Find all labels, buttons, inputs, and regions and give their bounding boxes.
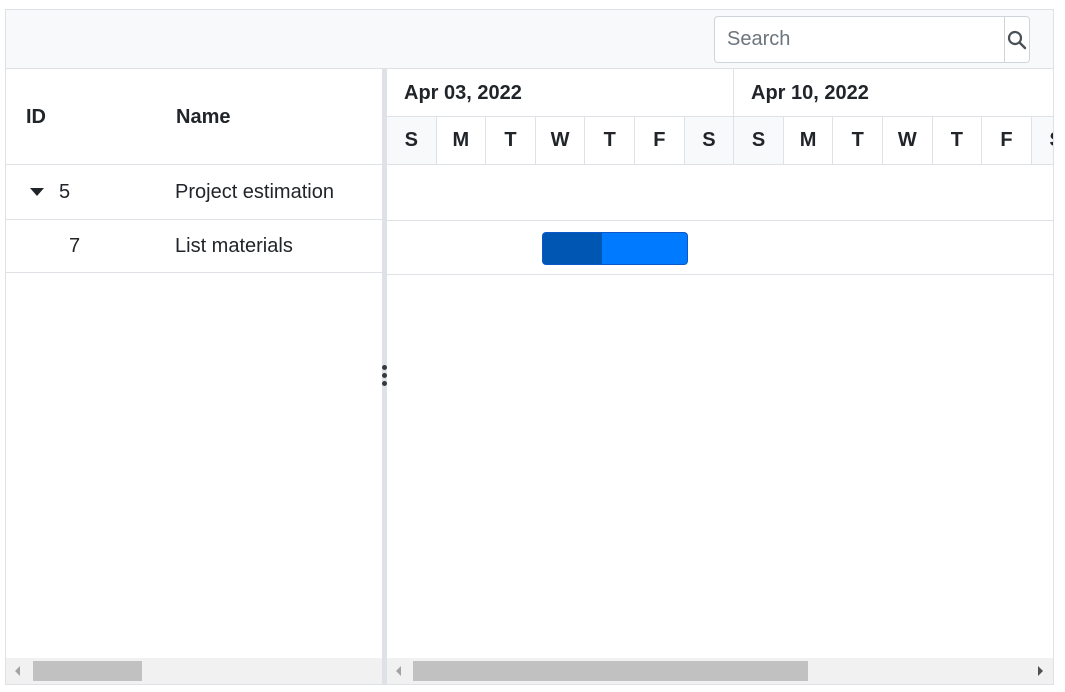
timeline-day: S: [1031, 117, 1053, 164]
week-label: Apr 10, 2022: [751, 82, 869, 104]
search-box: [714, 16, 1030, 63]
scroll-left-icon[interactable]: [15, 666, 20, 676]
grid-header: ID Name: [6, 69, 382, 165]
timeline-day: S: [684, 117, 735, 164]
chart-row: [387, 165, 1053, 221]
chart-pane: Apr 03, 2022 Apr 10, 2022 SMTWTFSSMTWTFS: [387, 69, 1053, 684]
chart-row: [387, 221, 1053, 275]
task-progress: [543, 233, 603, 264]
timeline-day: T: [585, 117, 635, 164]
timeline-day: T: [486, 117, 536, 164]
timeline-day: W: [536, 117, 586, 164]
timeline-day: W: [883, 117, 933, 164]
timeline-day: S: [734, 117, 784, 164]
toolbar: [6, 10, 1053, 69]
timeline-day: M: [437, 117, 487, 164]
cell-id: 5: [59, 181, 71, 203]
cell-name: Project estimation: [175, 181, 334, 203]
timeline-days: SMTWTFSSMTWTFS: [387, 117, 1053, 165]
timeline-day: M: [784, 117, 834, 164]
column-header-name[interactable]: Name: [176, 106, 230, 129]
timeline-day: F: [635, 117, 685, 164]
gantt-chart: ID Name 5 Project estimation 7 List mate…: [5, 9, 1054, 685]
scrollbar-thumb[interactable]: [33, 661, 142, 681]
table-row[interactable]: 5 Project estimation: [6, 165, 382, 220]
cell-name: List materials: [175, 235, 293, 257]
timeline-day: F: [982, 117, 1032, 164]
table-row[interactable]: 7 List materials: [6, 220, 382, 273]
timeline-day: T: [833, 117, 883, 164]
tree-grid: ID Name 5 Project estimation 7 List mate…: [6, 69, 382, 684]
collapse-arrow-icon[interactable]: [30, 188, 44, 196]
timeline-week: Apr 03, 2022: [387, 69, 734, 117]
week-label: Apr 03, 2022: [404, 82, 522, 104]
search-input[interactable]: [715, 17, 1004, 62]
task-bar[interactable]: [542, 232, 688, 265]
cell-id: 7: [69, 235, 81, 257]
timeline-weeks: Apr 03, 2022 Apr 10, 2022: [387, 69, 1053, 117]
grid-horizontal-scrollbar[interactable]: [6, 658, 382, 684]
column-header-id[interactable]: ID: [26, 106, 46, 129]
scroll-right-icon[interactable]: [1038, 666, 1043, 676]
timeline-day: T: [933, 117, 983, 164]
timeline-day: S: [387, 117, 437, 164]
search-button[interactable]: [1004, 17, 1029, 62]
search-icon: [1007, 30, 1027, 49]
chart-horizontal-scrollbar[interactable]: [387, 658, 1053, 684]
scroll-left-icon[interactable]: [396, 666, 401, 676]
scrollbar-thumb[interactable]: [413, 661, 808, 681]
timeline-week: Apr 10, 2022: [734, 69, 1053, 117]
